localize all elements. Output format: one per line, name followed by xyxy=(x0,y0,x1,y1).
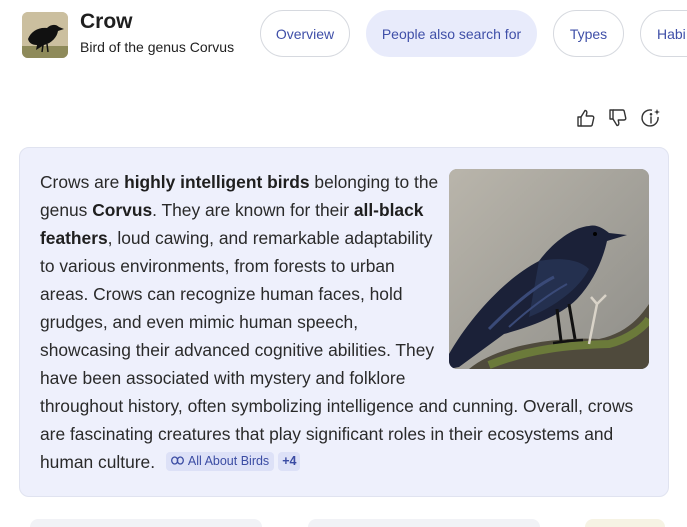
source-link-chip[interactable]: All About Birds xyxy=(165,451,275,471)
crow-thumbnail[interactable] xyxy=(22,12,68,58)
tab-overview[interactable]: Overview xyxy=(260,10,350,57)
next-card-peek xyxy=(30,519,262,527)
entity-title: Crow xyxy=(80,10,133,33)
source-label: All About Birds xyxy=(187,453,270,468)
tab-label: Habi xyxy=(657,25,686,42)
tab-label: People also search for xyxy=(381,25,522,42)
thumbs-up-icon[interactable] xyxy=(575,107,597,129)
link-icon xyxy=(170,456,184,465)
next-card-peek xyxy=(308,519,540,527)
desc-bold: highly intelligent birds xyxy=(124,172,310,192)
more-sources-chip[interactable]: +4 xyxy=(278,451,301,471)
desc-text: Crows are xyxy=(40,172,125,192)
info-sparkle-icon[interactable] xyxy=(640,107,662,129)
ai-overview-card: Crows are highly intelligent birds belon… xyxy=(19,147,669,497)
tab-habitat[interactable]: Habi xyxy=(640,10,687,57)
tab-label: Overview xyxy=(275,25,335,42)
overview-description: Crows are highly intelligent birds belon… xyxy=(40,168,650,476)
desc-bold: Corvus xyxy=(92,200,153,220)
next-card-peek xyxy=(585,519,665,527)
tab-types[interactable]: Types xyxy=(553,10,624,57)
tab-label: Types xyxy=(569,25,608,42)
tab-people-also-search-for[interactable]: People also search for xyxy=(366,10,537,57)
desc-text: . They are known for their xyxy=(152,200,354,220)
entity-header: Crow Bird of the genus Corvus Overview P… xyxy=(0,0,687,70)
thumbs-down-icon[interactable] xyxy=(607,107,629,129)
image-spacer xyxy=(442,168,650,372)
entity-subtitle: Bird of the genus Corvus xyxy=(80,39,235,55)
